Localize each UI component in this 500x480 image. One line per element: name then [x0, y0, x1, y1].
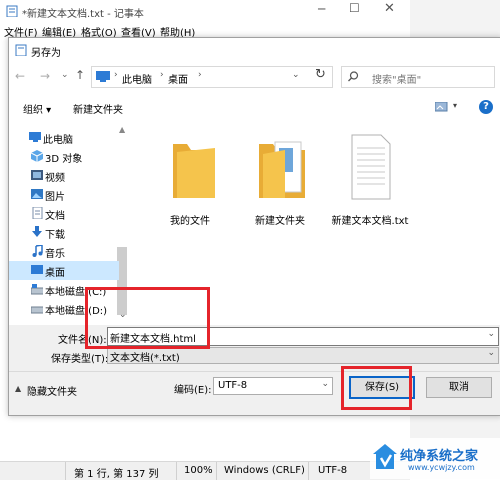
- maximize-icon[interactable]: ☐: [349, 1, 360, 15]
- text-file-icon: [351, 134, 391, 200]
- back-arrow-icon[interactable]: ←: [15, 69, 25, 83]
- breadcrumb-this-pc[interactable]: 此电脑: [122, 71, 152, 86]
- notepad-icon: [15, 44, 27, 56]
- sidebar-item-label: 此电脑: [43, 135, 73, 146]
- sidebar-item-label: 3D 对象: [45, 154, 83, 165]
- scroll-up-icon[interactable]: ▲: [119, 125, 125, 134]
- folder-icon: [173, 144, 215, 198]
- recent-dropdown-icon[interactable]: ⌄: [61, 70, 69, 80]
- sidebar-item-label: 图片: [45, 192, 65, 203]
- download-icon: [32, 226, 42, 237]
- sidebar-item-downloads[interactable]: 下载: [9, 223, 119, 242]
- status-encoding: UTF-8: [318, 465, 348, 476]
- encoding-select[interactable]: UTF-8 ⌄: [213, 377, 333, 395]
- status-zoom: 100%: [184, 465, 213, 476]
- encoding-value: UTF-8: [218, 380, 248, 391]
- breadcrumb-desktop[interactable]: 桌面: [168, 71, 188, 86]
- watermark-title: 纯净系统之家: [400, 449, 479, 464]
- cube-icon: [31, 150, 43, 162]
- file-label: 新建文本文档.txt: [331, 216, 409, 227]
- file-item[interactable]: 新建文本文档.txt: [325, 128, 415, 228]
- file-item[interactable]: 新建文件夹: [235, 128, 325, 228]
- sidebar-item-documents[interactable]: 文档: [9, 204, 119, 223]
- filetype-value: 文本文档(*.txt): [110, 353, 180, 364]
- watermark-url: www.ycwjzy.com: [408, 463, 475, 472]
- computer-icon: [96, 71, 110, 82]
- sidebar-item-3d-objects[interactable]: 3D 对象: [9, 147, 119, 166]
- music-note-icon: [32, 245, 43, 257]
- computer-icon: [29, 132, 41, 142]
- view-dropdown-icon[interactable]: ▾: [453, 101, 457, 110]
- picture-icon: [31, 189, 43, 199]
- filetype-select[interactable]: 文本文档(*.txt) ⌄: [107, 347, 499, 364]
- folder-with-files-icon: [259, 141, 305, 198]
- encoding-label: 编码(E):: [174, 385, 212, 396]
- notepad-menubar: 文件(F) 编辑(E) 格式(O) 查看(V) 帮助(H): [0, 22, 410, 39]
- up-arrow-icon[interactable]: ↑: [75, 68, 85, 82]
- dialog-toolbar: 组织 ▾ 新建文件夹 ▾ ?: [9, 95, 500, 121]
- file-label: 我的文件: [170, 216, 210, 227]
- sidebar-item-label: 音乐: [45, 249, 65, 260]
- document-icon: [32, 207, 43, 219]
- cancel-button[interactable]: 取消: [426, 377, 492, 398]
- organize-button[interactable]: 组织 ▾: [23, 101, 51, 116]
- filename-highlight-box: [85, 287, 210, 349]
- filename-dropdown-icon[interactable]: ⌄: [487, 329, 495, 339]
- sidebar-item-label: 文档: [45, 211, 65, 222]
- dialog-title: 另存为: [31, 48, 61, 59]
- sidebar-item-music[interactable]: 音乐: [9, 242, 119, 261]
- encoding-dropdown-icon[interactable]: ⌄: [321, 379, 329, 389]
- sidebar-item-videos[interactable]: 视频: [9, 166, 119, 185]
- file-label: 新建文件夹: [255, 216, 305, 227]
- sidebar-item-pictures[interactable]: 图片: [9, 185, 119, 204]
- notepad-icon: [6, 5, 18, 17]
- new-folder-button[interactable]: 新建文件夹: [73, 101, 123, 116]
- save-as-dialog: 另存为 ← → ⌄ ↑ › 此电脑 › 桌面 › ⌄ ↻ 搜索"桌面" 组织 ▾…: [8, 37, 500, 416]
- hide-folders-button[interactable]: 隐藏文件夹: [27, 383, 77, 398]
- notepad-titlebar: *新建文本文档.txt - 记事本 ─ ☐ ✕: [0, 0, 410, 22]
- filetype-dropdown-icon[interactable]: ⌄: [487, 348, 495, 358]
- chevron-up-icon[interactable]: ▲: [15, 384, 21, 393]
- house-logo-icon: [373, 444, 397, 469]
- minimize-icon[interactable]: ─: [318, 2, 325, 16]
- filetype-label: 保存类型(T):: [51, 354, 109, 365]
- notepad-title: *新建文本文档.txt - 记事本: [22, 9, 144, 20]
- search-placeholder: 搜索"桌面": [372, 75, 422, 86]
- search-icon: [348, 71, 359, 82]
- save-highlight-box: [341, 366, 412, 410]
- status-line-ending: Windows (CRLF): [224, 465, 305, 476]
- dialog-footer: 文件名(N): 新建文本文档.html ⌄ 保存类型(T): 文本文档(*.tx…: [9, 325, 500, 415]
- view-options-icon[interactable]: [435, 102, 449, 113]
- notepad-statusbar: 第 1 行, 第 137 列 100% Windows (CRLF) UTF-8: [0, 461, 410, 480]
- sidebar-item-label: 下载: [45, 230, 65, 241]
- help-icon[interactable]: ?: [479, 100, 493, 114]
- drive-icon: [31, 306, 43, 314]
- sidebar-item-this-pc[interactable]: 此电脑: [9, 128, 119, 147]
- search-input[interactable]: 搜索"桌面": [341, 66, 495, 88]
- navigation-row: ← → ⌄ ↑ › 此电脑 › 桌面 › ⌄ ↻ 搜索"桌面": [9, 62, 500, 92]
- sidebar-item-label: 视频: [45, 173, 65, 184]
- status-position: 第 1 行, 第 137 列: [74, 469, 159, 480]
- refresh-icon[interactable]: ↻: [315, 67, 326, 82]
- file-item[interactable]: 我的文件: [145, 128, 235, 228]
- video-icon: [31, 170, 43, 180]
- forward-arrow-icon[interactable]: →: [40, 69, 50, 83]
- desktop-icon: [31, 265, 43, 274]
- address-bar[interactable]: › 此电脑 › 桌面 › ⌄: [91, 66, 333, 88]
- sidebar-item-desktop[interactable]: 桌面: [9, 261, 119, 280]
- sidebar-item-label: 桌面: [45, 268, 65, 279]
- close-icon[interactable]: ✕: [384, 1, 395, 16]
- drive-icon: [31, 284, 43, 295]
- address-dropdown-icon[interactable]: ⌄: [292, 70, 300, 80]
- watermark: 纯净系统之家 www.ycwjzy.com: [370, 438, 500, 479]
- dialog-titlebar: 另存为: [9, 38, 500, 62]
